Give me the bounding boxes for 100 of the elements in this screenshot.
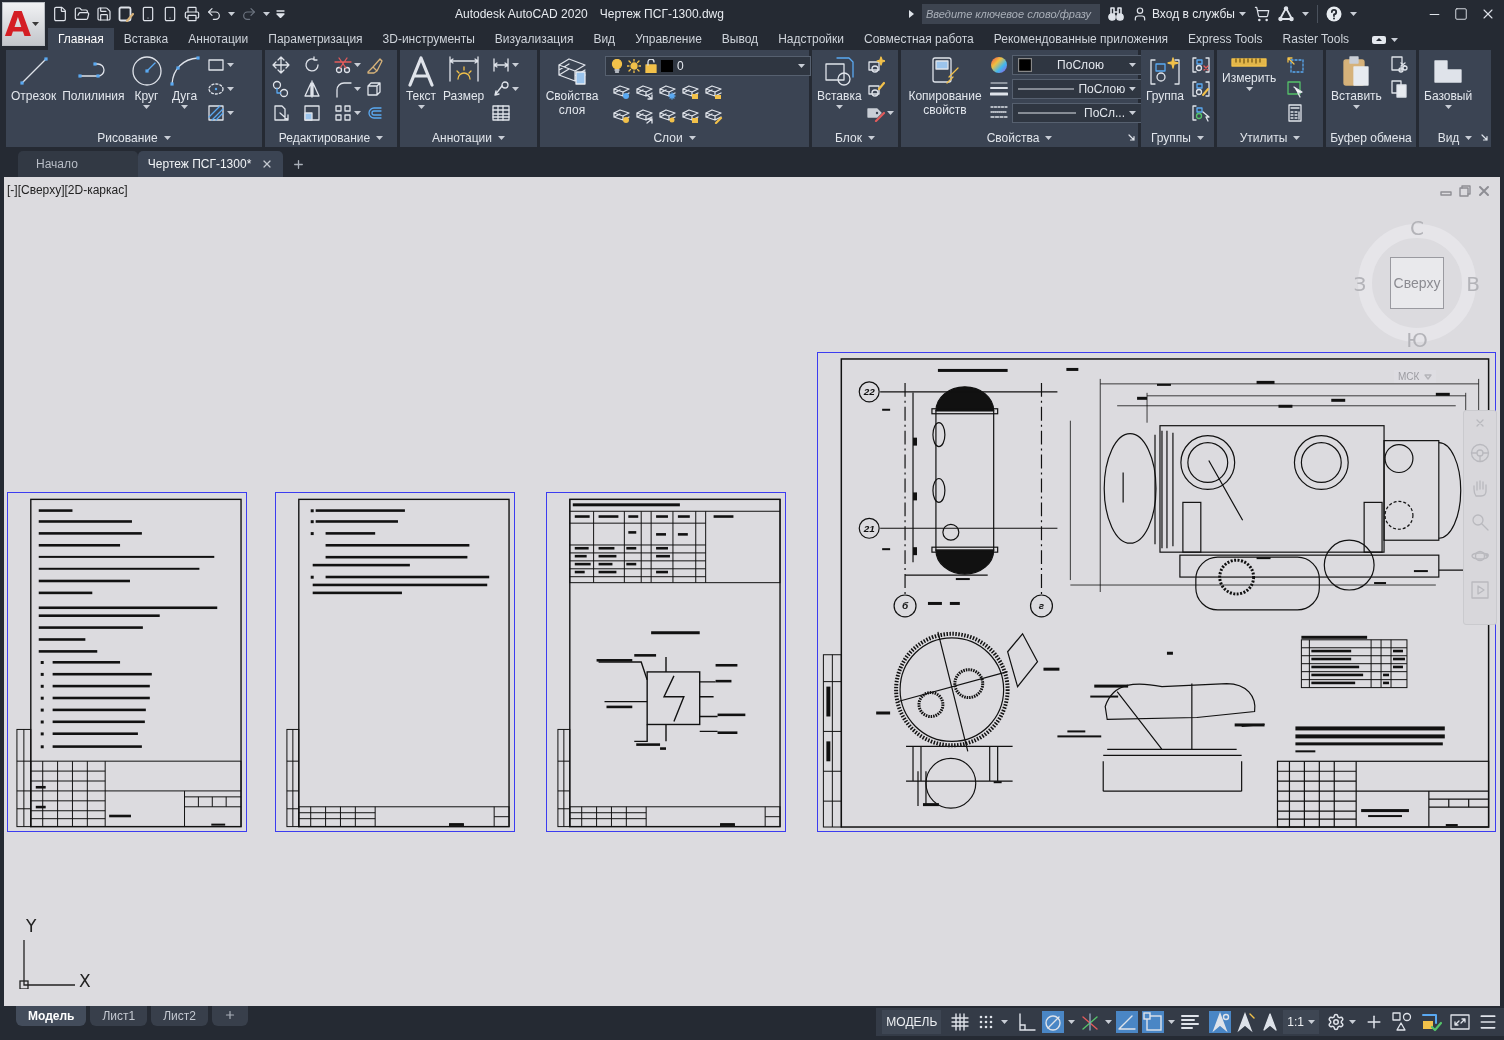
ellipse-icon[interactable] — [206, 80, 225, 98]
help-icon[interactable] — [1326, 6, 1342, 22]
panel-title[interactable]: Буфер обмена — [1330, 130, 1412, 145]
ribbon-tab[interactable]: Визуализация — [484, 28, 584, 50]
layer-lock-icon[interactable] — [682, 82, 700, 100]
table-icon[interactable] — [492, 104, 511, 122]
select-all-icon[interactable] — [1286, 80, 1305, 98]
group-select-icon[interactable] — [1192, 104, 1211, 122]
fillet-icon[interactable] — [334, 80, 352, 98]
ribbon-tab[interactable]: Вывод — [711, 28, 769, 50]
open-folder-icon[interactable] — [74, 6, 90, 22]
ribbon-tab[interactable]: Вид — [583, 28, 626, 50]
layout-tab[interactable]: Лист2 — [151, 1006, 208, 1026]
move-icon[interactable] — [272, 56, 290, 74]
caret-icon[interactable] — [1350, 12, 1357, 16]
caret-icon[interactable] — [1302, 12, 1309, 16]
quick-select-icon[interactable] — [1286, 56, 1305, 74]
offset-icon[interactable] — [365, 104, 383, 122]
color-dropdown[interactable]: ПоСлою — [1012, 55, 1142, 75]
hardware-acceleration-icon[interactable] — [1420, 1011, 1442, 1033]
layout-tab[interactable]: Модель — [16, 1006, 87, 1026]
layer-lock-icon[interactable] — [682, 106, 700, 124]
caret-icon[interactable] — [835, 105, 843, 109]
ribbon-tab[interactable]: Express Tools — [1178, 28, 1273, 50]
ribbon-tab[interactable]: Параметризация — [258, 28, 373, 50]
copy-circles-icon[interactable] — [272, 80, 290, 98]
cut-icon[interactable] — [1389, 56, 1408, 74]
caret-icon[interactable] — [228, 12, 235, 16]
caret-icon[interactable] — [1197, 135, 1204, 140]
phone-upload-icon[interactable] — [162, 6, 178, 22]
caret-icon[interactable] — [1129, 111, 1136, 115]
cart-icon[interactable] — [1254, 6, 1270, 22]
settings-icon[interactable] — [1327, 1013, 1345, 1031]
caret-icon[interactable] — [1349, 1020, 1356, 1024]
caret-icon[interactable] — [226, 63, 234, 67]
customize-caret-icon[interactable] — [276, 10, 285, 18]
ribbon-tab[interactable]: Raster Tools — [1272, 28, 1360, 50]
ribbon-tab[interactable]: Главная — [48, 28, 114, 50]
search-field[interactable]: Введите ключевое слово/фразу — [922, 4, 1100, 24]
annotation-scale-button[interactable]: 1:1 — [1283, 1010, 1319, 1034]
caret-icon[interactable] — [1129, 87, 1136, 91]
object-snap-icon[interactable] — [1142, 1011, 1165, 1033]
fullscreen-icon[interactable] — [1450, 1012, 1470, 1032]
caret-icon[interactable] — [512, 63, 520, 67]
layer-sun-icon[interactable] — [659, 106, 677, 124]
menu-icon[interactable] — [1478, 1012, 1498, 1032]
caret-icon[interactable] — [226, 87, 234, 91]
new-layout-tab[interactable] — [211, 1006, 248, 1026]
caret-icon[interactable] — [1001, 1020, 1009, 1024]
ribbon-button[interactable]: Измерить — [1220, 53, 1279, 93]
caret-icon[interactable] — [498, 135, 505, 140]
calculator-icon[interactable] — [1286, 104, 1305, 122]
lineweight-icon[interactable] — [990, 80, 1008, 98]
layer-snowflake-icon[interactable] — [659, 82, 677, 100]
layer-bulb-icon[interactable] — [613, 106, 631, 124]
caret-icon[interactable] — [1168, 1020, 1176, 1024]
caret-icon[interactable] — [1293, 135, 1301, 140]
copy-icon[interactable] — [1389, 80, 1408, 98]
file-tab[interactable]: Начало — [18, 151, 138, 177]
caret-icon[interactable] — [1352, 105, 1360, 109]
color-swatch-icon[interactable] — [1018, 58, 1032, 72]
caret-icon[interactable] — [1465, 135, 1473, 140]
hatch-icon[interactable] — [206, 104, 225, 122]
caret-icon[interactable] — [867, 135, 875, 140]
ortho-icon[interactable] — [1016, 1011, 1039, 1033]
leader-icon[interactable] — [492, 80, 511, 98]
caret-icon[interactable] — [376, 135, 384, 140]
trim-icon[interactable] — [334, 56, 352, 74]
ribbon-button[interactable]: Вставка — [815, 53, 864, 111]
panel-title[interactable]: Утилиты — [1239, 130, 1288, 145]
print-icon[interactable] — [184, 6, 200, 22]
phone-file-icon[interactable] — [140, 6, 156, 22]
caret-icon[interactable] — [143, 105, 150, 109]
new-tab-icon[interactable] — [292, 157, 306, 171]
ribbon-button[interactable]: Размер — [441, 53, 487, 105]
layer-brush-icon[interactable] — [705, 106, 723, 124]
maximize-icon[interactable] — [1454, 7, 1468, 21]
caret-icon[interactable] — [1129, 63, 1136, 67]
mirror-icon[interactable] — [303, 80, 321, 98]
model-space-button[interactable]: МОДЕЛЬ — [882, 1010, 942, 1034]
group-edit-icon[interactable] — [1192, 80, 1211, 98]
stretch-icon[interactable] — [272, 104, 290, 122]
ribbon-toggle-icon[interactable] — [1371, 35, 1388, 45]
annotation-visibility-icon[interactable] — [1209, 1011, 1232, 1033]
color-wheel-icon[interactable] — [990, 56, 1008, 74]
user-icon[interactable] — [1132, 6, 1148, 22]
grid-icon[interactable] — [949, 1011, 972, 1033]
caret-icon[interactable] — [688, 135, 696, 140]
ribbon-button[interactable]: Вставить — [1329, 53, 1384, 111]
ribbon-button[interactable]: Дуга — [166, 53, 203, 111]
ribbon-tab[interactable]: Надстройки — [768, 28, 854, 50]
layer-stack-icon[interactable] — [705, 82, 723, 100]
file-tab[interactable]: Чертеж ПСГ-1300* — [137, 151, 284, 177]
expand-arrow-icon[interactable] — [909, 10, 914, 18]
caret-icon[interactable] — [226, 111, 234, 115]
eraser-icon[interactable] — [365, 56, 383, 74]
panel-title[interactable]: Вид — [1437, 130, 1460, 145]
panel-title[interactable]: Рисование — [97, 130, 158, 145]
caret-icon[interactable] — [417, 105, 425, 109]
unlock-icon[interactable] — [645, 59, 657, 73]
